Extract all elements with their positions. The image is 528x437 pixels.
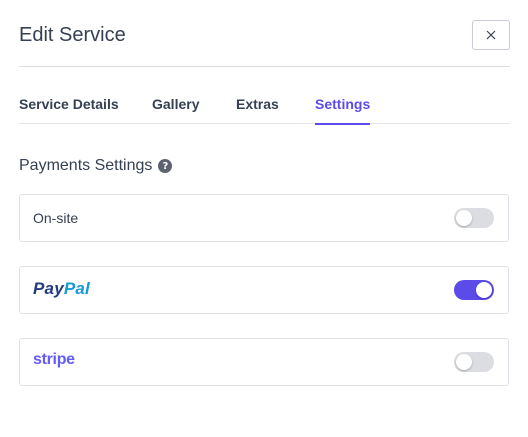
- toggle-knob: [456, 210, 472, 226]
- header-divider: [19, 66, 510, 67]
- dialog-title: Edit Service: [19, 24, 126, 46]
- toggle-knob: [456, 354, 472, 370]
- close-icon: [486, 30, 496, 40]
- tab-service-details[interactable]: Service Details: [19, 96, 119, 124]
- payment-method-paypal: PayPal: [19, 266, 509, 314]
- onsite-toggle[interactable]: [454, 208, 494, 228]
- payments-section-header: Payments Settings ?: [19, 157, 173, 175]
- close-button[interactable]: [472, 20, 510, 50]
- payments-section-title: Payments Settings: [19, 157, 153, 174]
- toggle-knob: [476, 282, 492, 298]
- tab-settings[interactable]: Settings: [315, 96, 371, 125]
- stripe-logo: stripe: [33, 351, 75, 368]
- paypal-toggle[interactable]: [454, 280, 494, 300]
- help-icon[interactable]: ?: [158, 159, 173, 173]
- payment-method-stripe: stripe: [19, 338, 509, 386]
- paypal-logo: PayPal: [33, 279, 90, 298]
- payment-method-onsite: On-site: [19, 194, 509, 242]
- stripe-toggle[interactable]: [454, 352, 494, 372]
- tab-bar: Service Details Gallery Extras Settings: [19, 96, 510, 125]
- edit-service-dialog: Edit Service Service Details Gallery Ext…: [0, 0, 528, 437]
- tab-gallery[interactable]: Gallery: [152, 96, 199, 124]
- onsite-label: On-site: [33, 210, 79, 226]
- tab-extras[interactable]: Extras: [236, 96, 279, 124]
